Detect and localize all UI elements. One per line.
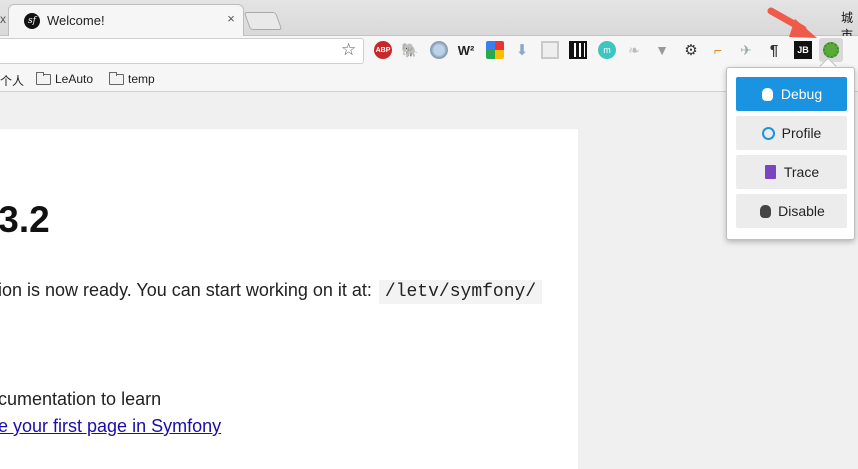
project-path: /letv/symfony/ [378,280,543,304]
feather-extension-icon[interactable]: ❧ [625,41,643,59]
profile-button[interactable]: Profile [736,116,847,150]
teal-circle-icon[interactable]: m [598,41,616,59]
symfony-gear-icon [823,42,839,58]
learn-text: cumentation to learn [0,389,162,409]
disable-button[interactable]: Disable [736,194,847,228]
bookmark-leauto[interactable]: LeAuto [36,71,94,86]
bookmark-label: temp [128,72,155,86]
first-page-link[interactable]: e your first page in Symfony [0,416,221,437]
trace-label: Trace [783,164,820,180]
bug-icon [761,87,775,101]
trace-icon [764,165,778,179]
jetbrains-icon[interactable]: JB [794,41,812,59]
debug-label: Debug [780,86,823,102]
circle-extension-icon[interactable] [430,41,448,59]
ready-message: ion is now ready. You can start working … [0,280,543,304]
symfony-debug-popup: Debug Profile Trace Disable [726,67,855,240]
clock-icon [762,126,776,140]
folder-icon [36,71,51,85]
tab-close-icon[interactable]: × [223,11,239,29]
paragraph-icon[interactable]: ¶ [765,41,783,59]
color-picker-icon[interactable] [486,41,504,59]
gear-icon[interactable]: ⚙ [682,41,700,59]
annotation-arrow-icon [767,7,817,38]
bookmark-star-icon[interactable]: ☆ [341,40,356,60]
ready-text: ion is now ready. You can start working … [0,280,372,300]
layout-extension-icon[interactable] [541,41,559,59]
symfony-debug-extension-button[interactable] [819,38,843,62]
trace-button[interactable]: Trace [736,155,847,189]
debug-button[interactable]: Debug [736,77,847,111]
paper-plane-icon[interactable]: ✈ [737,41,755,59]
qr-code-icon[interactable] [569,41,587,59]
tab-strip: x sf Welcome! × 城市 [0,0,858,42]
w2-extension-icon[interactable]: W² [457,41,475,59]
tab-title: Welcome! [47,13,105,28]
profile-label: Profile [781,125,822,141]
tab-welcome[interactable]: sf Welcome! × [8,4,244,37]
orange-extension-icon[interactable]: ⌐ [709,41,727,59]
download-arrow-icon[interactable]: ⬇ [513,41,531,59]
new-tab-button[interactable] [243,12,283,30]
symfony-favicon-icon: sf [24,13,40,29]
folder-icon [109,71,124,85]
bookmark-personal[interactable]: 个人 [0,72,24,89]
bookmark-temp[interactable]: temp [109,71,155,86]
bookmark-label: LeAuto [55,72,94,86]
more-extensions-icon[interactable]: ⋮ [852,41,858,59]
bug-icon [758,204,772,218]
browser-toolbar: ☆ ABP 🐘 W² ⬇ m ❧ ▼ ⚙ ⌐ ✈ ¶ JB ⋮ [0,36,858,67]
welcome-card: .3.2 ion is now ready. You can start wor… [0,129,578,469]
adblock-plus-icon[interactable]: ABP [374,41,392,59]
disable-label: Disable [778,203,825,219]
evernote-icon[interactable]: 🐘 [401,41,419,59]
address-bar[interactable]: ☆ [0,38,364,64]
version-heading: .3.2 [0,199,50,240]
vue-devtools-icon[interactable]: ▼ [653,41,671,59]
